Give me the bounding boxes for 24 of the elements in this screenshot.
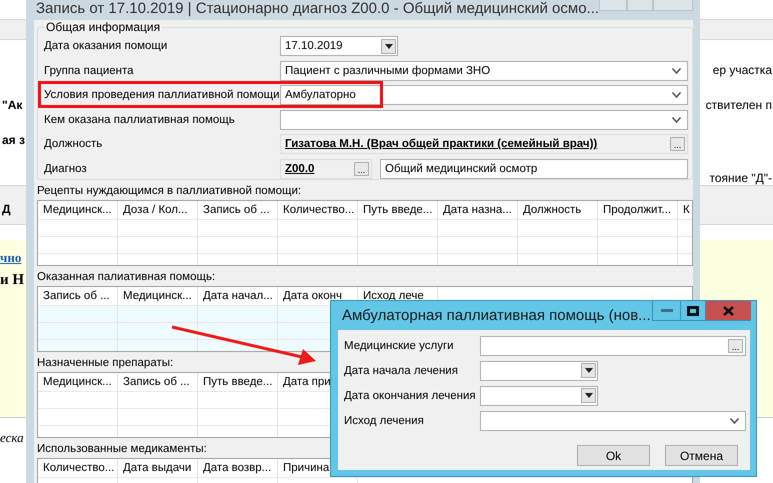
page-text: ер участка: [712, 62, 773, 78]
field-label: Дата оказания помощи: [44, 40, 168, 52]
page-text: ая з: [1, 132, 25, 148]
section-title: Использованные медикаменты:: [37, 443, 207, 455]
field-label: Группа пациента: [44, 64, 135, 77]
field-label: Должность: [44, 138, 104, 150]
section-title: Оказанная палиативная помощь:: [37, 271, 216, 283]
field-label: Условия проведения паллиативной помощи: [44, 89, 280, 102]
section-title: Назначенные препараты:: [37, 357, 174, 369]
field-label: Дата окончания лечения: [344, 390, 477, 402]
field-label: Исход лечения: [344, 414, 425, 426]
field-label: Диагноз: [44, 162, 88, 175]
page-text: ствителен п: [706, 97, 773, 113]
window-title: Запись от 17.10.2019 | Стационарно диагноз Z00.0 - Общий медицинский осмо...: [36, 0, 600, 17]
group-title: Общая информация: [44, 21, 162, 34]
page-text: Д: [1, 201, 11, 217]
field-label: Медицинские услуги: [344, 340, 455, 352]
page-text: тояние "Д"-: [709, 170, 773, 186]
section-title: Рецепты нуждающимся в паллиативной помощи:: [37, 185, 302, 197]
page-heading: и Н: [0, 272, 24, 288]
window-title: Амбулаторная паллиативная помощь (нов...: [342, 306, 651, 326]
page-text: еска: [0, 430, 24, 446]
page-text: "Ак: [1, 97, 22, 113]
field-label: Кем оказана паллиативная помощь: [44, 114, 236, 126]
